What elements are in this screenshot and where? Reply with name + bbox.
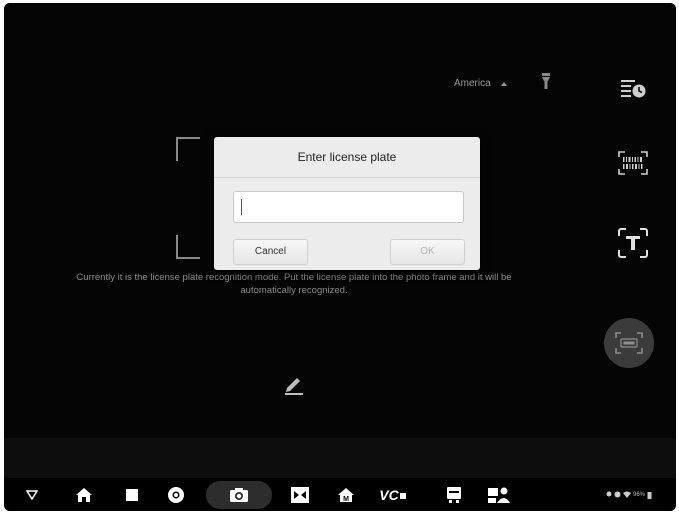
license-plate-scan-icon <box>615 332 643 354</box>
camera-nav-button[interactable] <box>206 478 272 511</box>
photo-frame-corner <box>176 235 200 259</box>
bottom-spacer <box>4 438 676 478</box>
location-icon <box>606 491 612 497</box>
ok-button[interactable]: OK <box>390 239 465 265</box>
recents-button[interactable] <box>122 478 142 511</box>
text-recognition-button[interactable] <box>616 226 650 260</box>
text-recognition-icon <box>618 228 648 258</box>
camera-icon <box>230 487 248 502</box>
back-button[interactable] <box>22 478 42 511</box>
wifi-icon <box>623 491 631 498</box>
battery-percent: 96% <box>633 491 646 498</box>
vci-label: VC <box>379 486 399 503</box>
settings-icon <box>614 491 621 498</box>
region-label: America <box>454 78 491 89</box>
home-icon <box>76 487 92 502</box>
recognition-hint: Currently it is the license plate recogn… <box>76 272 512 296</box>
browser-icon <box>168 486 184 503</box>
license-plate-scan-button[interactable] <box>604 318 654 368</box>
navigation-bar: M VC 96% <box>4 478 676 511</box>
flashlight-icon[interactable] <box>541 73 551 89</box>
barcode-scan-button[interactable] <box>616 146 650 180</box>
tablet-screen: America Currently it is the license plat… <box>4 3 676 511</box>
battery-icon <box>647 491 652 499</box>
svg-text:M: M <box>343 496 349 503</box>
history-icon <box>621 80 646 98</box>
remote-desk-button[interactable] <box>442 478 466 511</box>
support-button[interactable] <box>484 478 514 511</box>
dialog-title: Enter license plate <box>214 137 480 178</box>
recents-square-icon <box>126 488 138 501</box>
browser-button[interactable] <box>164 478 188 511</box>
maxifix-home-icon: M <box>338 487 354 503</box>
vci-signal-icon <box>399 492 406 499</box>
back-triangle-icon <box>26 489 38 500</box>
cancel-button[interactable]: Cancel <box>233 239 308 265</box>
license-plate-dialog: Enter license plate Cancel OK <box>214 137 480 270</box>
screen-mirror-icon <box>291 486 309 503</box>
license-plate-input[interactable] <box>233 191 464 223</box>
vci-button[interactable]: VC <box>376 478 410 511</box>
screen-mirror-button[interactable] <box>286 478 314 511</box>
remote-desk-icon <box>447 486 461 503</box>
caret-up-icon <box>500 81 507 86</box>
history-button[interactable] <box>616 71 650 105</box>
text-cursor <box>241 199 242 215</box>
region-select[interactable]: America <box>454 78 507 89</box>
status-bar: 96% <box>606 478 652 511</box>
support-users-icon <box>488 487 510 503</box>
home-button[interactable] <box>72 478 96 511</box>
camera-viewfinder: America Currently it is the license plat… <box>4 3 676 438</box>
barcode-scan-icon <box>618 151 648 175</box>
edit-icon[interactable] <box>283 373 305 395</box>
photo-frame-corner <box>176 137 200 161</box>
maxifix-button[interactable]: M <box>334 478 358 511</box>
